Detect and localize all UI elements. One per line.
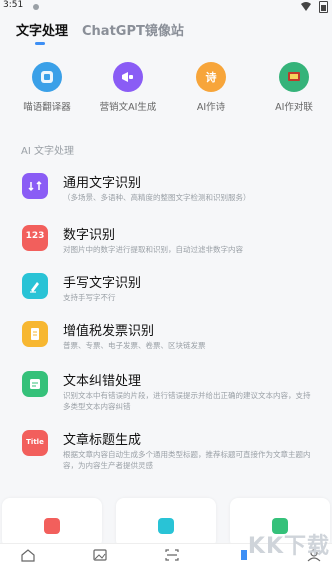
tab-chatgpt-mirror[interactable]: ChatGPT镜像站	[82, 20, 184, 39]
feature-desc: 根据文章内容自动生成多个通用类型标题，推荐标题可直接作为文章主题内容，为内容生产…	[63, 450, 311, 470]
status-bar: 3:51	[0, 0, 332, 14]
wifi-icon	[301, 2, 311, 11]
feature-desc: 支持手写字不行	[63, 293, 116, 302]
feature-desc: 识别文本中有错误的片段，进行错误提示并给出正确的建议文本内容，支持多类型文本内容…	[63, 391, 311, 411]
title-icon: Title	[22, 430, 48, 456]
top-tabs: 文字处理 ChatGPT镜像站	[0, 20, 332, 46]
tool-card[interactable]	[116, 498, 216, 548]
quick-tool-label: 营销文AI生成	[99, 102, 157, 113]
feature-desc: 普票、专票、电子发票、卷票、区块链发票	[63, 341, 206, 350]
quick-tool-label: 喵语翻译器	[23, 102, 71, 113]
feature-title-generation[interactable]: Title 文章标题生成 根据文章内容自动生成多个通用类型标题，推荐标题可直接作…	[0, 427, 332, 473]
quick-tools: 喵语翻译器 营销文AI生成 诗 AI作诗 AI作对联	[0, 62, 332, 124]
tool-card[interactable]	[2, 498, 102, 548]
feature-title: 文章标题生成	[63, 433, 142, 448]
number-icon: 123	[22, 225, 48, 251]
text-recognition-icon	[22, 173, 48, 199]
home-icon[interactable]	[20, 548, 36, 562]
feature-general-ocr[interactable]: 通用文字识别 （多场景、多语种、高精度的整图文字检测和识别服务）	[0, 170, 332, 216]
couplet-icon	[279, 62, 309, 92]
status-time: 3:51	[3, 0, 24, 10]
tab-text-processing[interactable]: 文字处理	[16, 20, 68, 39]
battery-icon	[319, 1, 328, 13]
scan-icon[interactable]	[164, 548, 180, 562]
feature-title: 文本纠错处理	[63, 374, 142, 389]
quick-tool-couplet[interactable]: AI作对联	[259, 62, 329, 113]
feature-title: 通用文字识别	[63, 176, 142, 191]
quick-tool-translator[interactable]: 喵语翻译器	[12, 62, 82, 113]
image-icon[interactable]	[92, 548, 108, 562]
translate-icon	[32, 62, 62, 92]
feature-text-correction[interactable]: 文本纠错处理 识别文本中有错误的片段，进行错误提示并给出正确的建议文本内容，支持…	[0, 368, 332, 414]
invoice-icon	[22, 321, 48, 347]
feature-title: 手写文字识别	[63, 276, 142, 291]
feature-desc: 对图片中的数字进行提取和识别，自动过滤非数字内容	[63, 245, 243, 254]
feature-handwriting-ocr[interactable]: 手写文字识别 支持手写字不行	[0, 270, 332, 316]
feature-title: 数字识别	[63, 228, 116, 243]
correction-icon	[22, 371, 48, 397]
quick-tool-marketing[interactable]: 营销文AI生成	[93, 62, 163, 113]
megaphone-icon	[113, 62, 143, 92]
feature-title: 增值税发票识别	[63, 324, 155, 339]
poem-icon: 诗	[196, 62, 226, 92]
quick-tool-poem[interactable]: 诗 AI作诗	[176, 62, 246, 113]
notification-dot-icon	[33, 4, 39, 10]
active-tab-indicator	[35, 42, 45, 45]
feature-invoice-ocr[interactable]: 增值税发票识别 普票、专票、电子发票、卷票、区块链发票	[0, 318, 332, 364]
quick-tool-label: AI作对联	[275, 102, 313, 113]
feature-number-ocr[interactable]: 123 数字识别 对图片中的数字进行提取和识别，自动过滤非数字内容	[0, 222, 332, 268]
card-icon	[44, 518, 60, 534]
watermark: KK下载	[247, 534, 330, 559]
handwriting-icon	[22, 273, 48, 299]
card-icon	[158, 518, 174, 534]
section-label: AI 文字处理	[21, 146, 74, 157]
quick-tool-label: AI作诗	[196, 102, 226, 113]
feature-desc: （多场景、多语种、高精度的整图文字检测和识别服务）	[63, 193, 251, 202]
